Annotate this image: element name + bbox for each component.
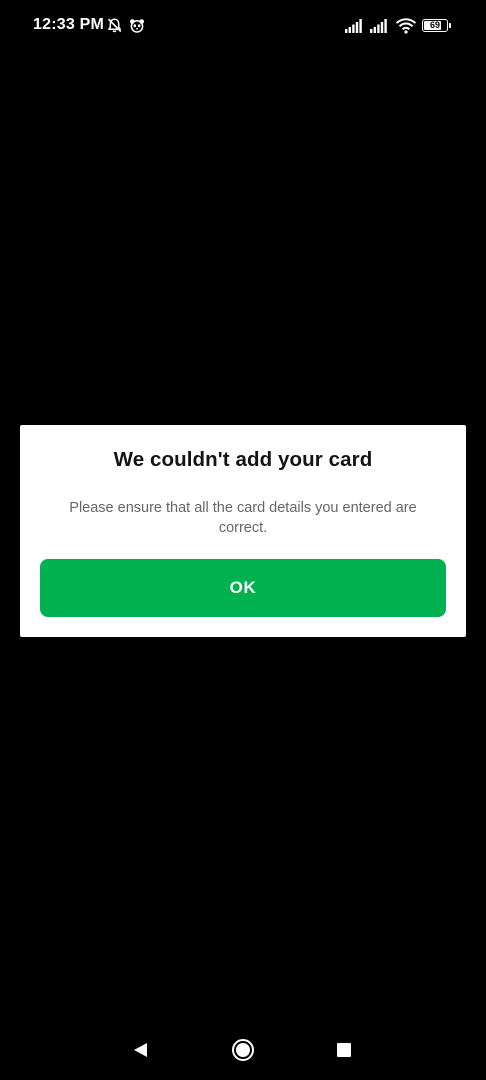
back-icon[interactable] [131, 1041, 149, 1059]
error-dialog: We couldn't add your card Please ensure … [20, 425, 466, 637]
home-icon[interactable] [231, 1038, 255, 1062]
signal-icon [370, 19, 387, 33]
wifi-icon [395, 18, 417, 34]
dialog-message: Please ensure that all the card details … [69, 500, 417, 536]
status-bar: 12:33 PM 69 [0, 0, 486, 54]
recents-icon[interactable] [337, 1043, 351, 1057]
status-time: 12:33 PM [33, 16, 104, 33]
bell-off-icon [107, 18, 122, 33]
dialog-title: We couldn't add your card [113, 448, 373, 471]
ok-button[interactable]: OK [40, 559, 446, 617]
signal-icon [345, 19, 362, 33]
battery-tip [449, 23, 451, 28]
navigation-bar [0, 1020, 486, 1080]
battery-percentage: 69 [429, 20, 440, 30]
panda-app-icon [130, 19, 144, 33]
battery-icon: 69 [422, 19, 448, 32]
